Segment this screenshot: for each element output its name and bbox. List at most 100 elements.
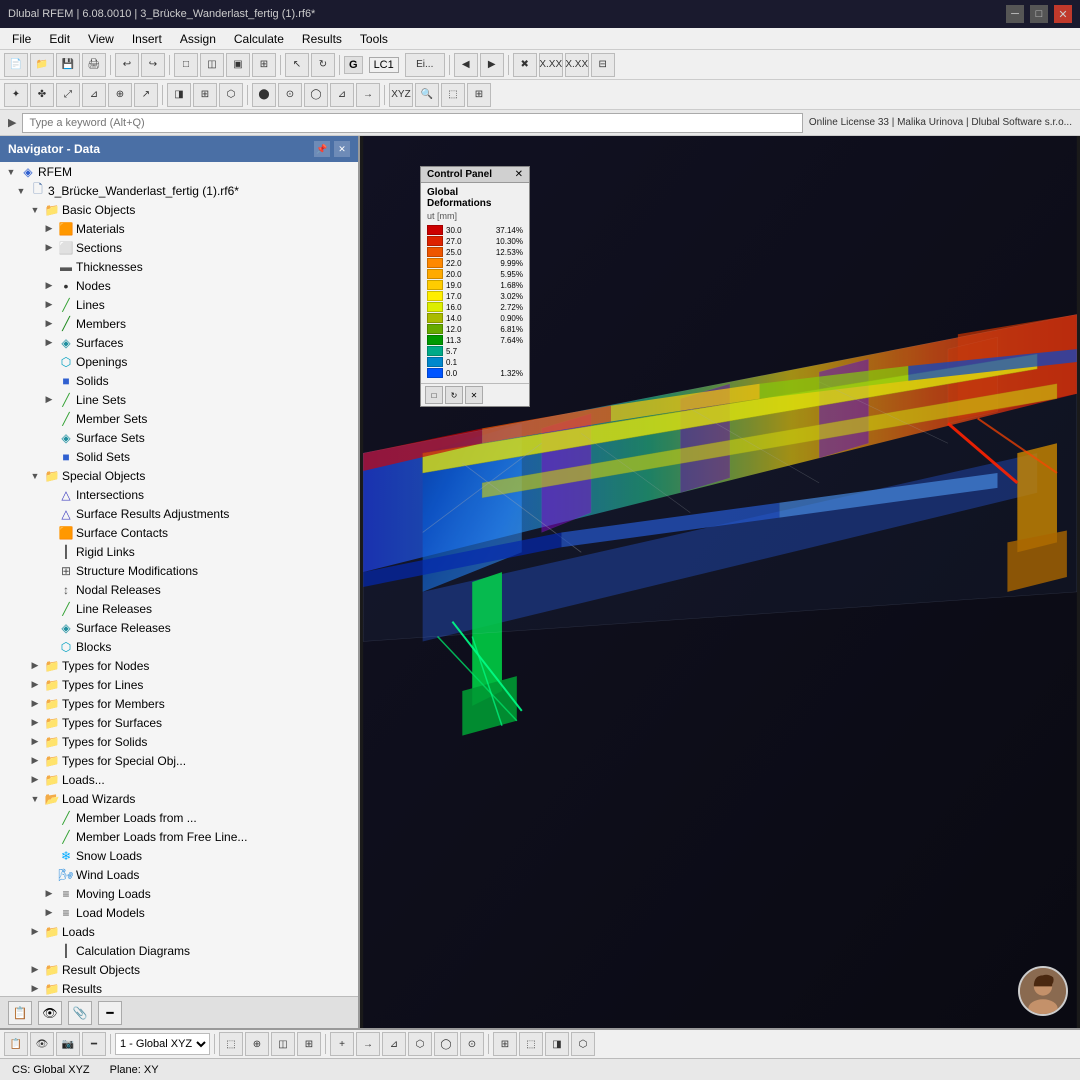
- tb-filter[interactable]: ⊟: [591, 53, 615, 77]
- tb2-arrow[interactable]: →: [356, 83, 380, 107]
- undo-btn[interactable]: ↩: [115, 53, 139, 77]
- tree-openings[interactable]: ▶ ⬡ Openings: [0, 352, 358, 371]
- bt-pin[interactable]: ━: [82, 1032, 106, 1056]
- tb2-b1[interactable]: ✦: [4, 83, 28, 107]
- close-button[interactable]: ✕: [1054, 5, 1072, 23]
- select-btn[interactable]: ↖: [285, 53, 309, 77]
- tree-nodal-releases[interactable]: ▶ ↕ Nodal Releases: [0, 580, 358, 599]
- menu-file[interactable]: File: [4, 30, 39, 48]
- tree-nodes[interactable]: ▶ • Nodes: [0, 276, 358, 295]
- loads-group-toggle[interactable]: ▶: [28, 773, 42, 787]
- tb2-l1[interactable]: ⬤: [252, 83, 276, 107]
- tree-calc-diagrams[interactable]: ▶ ┃ Calculation Diagrams: [0, 941, 358, 960]
- cp-tb-b2[interactable]: ↻: [445, 386, 463, 404]
- sections-toggle[interactable]: ▶: [42, 241, 56, 255]
- tb2-b3[interactable]: ⤢: [56, 83, 80, 107]
- tb2-l3[interactable]: ◯: [304, 83, 328, 107]
- tree-lines[interactable]: ▶ ╱ Lines: [0, 295, 358, 314]
- bt-z2[interactable]: ⬚: [519, 1032, 543, 1056]
- tb2-grid[interactable]: ⊞: [467, 83, 491, 107]
- bt-b3[interactable]: ◫: [271, 1032, 295, 1056]
- control-panel-header[interactable]: Control Panel ✕: [421, 167, 529, 183]
- tree-intersections[interactable]: ▶ △ Intersections: [0, 485, 358, 504]
- tb-num1[interactable]: X.XX: [539, 53, 563, 77]
- tree-surf-results-adj[interactable]: ▶ △ Surface Results Adjustments: [0, 504, 358, 523]
- moving-loads-toggle[interactable]: ▶: [42, 887, 56, 901]
- search-input[interactable]: [22, 113, 802, 133]
- menu-insert[interactable]: Insert: [124, 30, 170, 48]
- tb2-b4[interactable]: ⊿: [82, 83, 106, 107]
- tree-line-releases[interactable]: ▶ ╱ Line Releases: [0, 599, 358, 618]
- redo-btn[interactable]: ↪: [141, 53, 165, 77]
- nav-view-btn[interactable]: 👁: [38, 1001, 62, 1025]
- materials-toggle[interactable]: ▶: [42, 222, 56, 236]
- menu-assign[interactable]: Assign: [172, 30, 224, 48]
- tree-special-objects[interactable]: ▼ 📁 Special Objects: [0, 466, 358, 485]
- bt-camera[interactable]: 📷: [56, 1032, 80, 1056]
- tb-arrow-prev[interactable]: ◀: [454, 53, 478, 77]
- tree-load-models[interactable]: ▶ ≡ Load Models: [0, 903, 358, 922]
- tb-num2[interactable]: X.XX: [565, 53, 589, 77]
- lines-toggle[interactable]: ▶: [42, 298, 56, 312]
- tree-rfem[interactable]: ▼ ◈ RFEM: [0, 162, 358, 181]
- tree-basic-objects[interactable]: ▼ 📁 Basic Objects: [0, 200, 358, 219]
- bt-n5[interactable]: ◯: [434, 1032, 458, 1056]
- viewport[interactable]: Control Panel ✕ Global Deformations ut […: [360, 136, 1080, 1028]
- bt-b1[interactable]: ⬚: [219, 1032, 243, 1056]
- cp-tb-b1[interactable]: □: [425, 386, 443, 404]
- tb2-b2[interactable]: ✤: [30, 83, 54, 107]
- result-objects-toggle[interactable]: ▶: [28, 963, 42, 977]
- nav-pin2-btn[interactable]: ━: [98, 1001, 122, 1025]
- minimize-button[interactable]: ─: [1006, 5, 1024, 23]
- calc-run[interactable]: ✖: [513, 53, 537, 77]
- line-sets-toggle[interactable]: ▶: [42, 393, 56, 407]
- surfaces-toggle[interactable]: ▶: [42, 336, 56, 350]
- tree-loads[interactable]: ▶ 📁 Loads: [0, 922, 358, 941]
- tree-blocks[interactable]: ▶ ⬡ Blocks: [0, 637, 358, 656]
- tree-surface-contacts[interactable]: ▶ 🟧 Surface Contacts: [0, 523, 358, 542]
- types-solids-toggle[interactable]: ▶: [28, 735, 42, 749]
- tree-types-members[interactable]: ▶ 📁 Types for Members: [0, 694, 358, 713]
- tb2-l2[interactable]: ⊙: [278, 83, 302, 107]
- tb2-mesh[interactable]: ⊞: [193, 83, 217, 107]
- tb2-l4[interactable]: ⊿: [330, 83, 354, 107]
- bt-z1[interactable]: ⊞: [493, 1032, 517, 1056]
- new-btn[interactable]: 📄: [4, 53, 28, 77]
- tb2-b6[interactable]: ↗: [134, 83, 158, 107]
- menu-calculate[interactable]: Calculate: [226, 30, 292, 48]
- tree-thicknesses[interactable]: ▶ ▬ Thicknesses: [0, 257, 358, 276]
- members-toggle[interactable]: ▶: [42, 317, 56, 331]
- tree-surface-sets[interactable]: ▶ ◈ Surface Sets: [0, 428, 358, 447]
- tree-solids[interactable]: ▶ ■ Solids: [0, 371, 358, 390]
- nav-project-btn[interactable]: 📎: [68, 1001, 92, 1025]
- tree-member-loads-from[interactable]: ▶ ╱ Member Loads from ...: [0, 808, 358, 827]
- bt-n3[interactable]: ⊿: [382, 1032, 406, 1056]
- tree-loads-group[interactable]: ▶ 📁 Loads...: [0, 770, 358, 789]
- basic-objects-toggle[interactable]: ▼: [28, 203, 42, 217]
- bt-b4[interactable]: ⊞: [297, 1032, 321, 1056]
- tree-line-sets[interactable]: ▶ ╱ Line Sets: [0, 390, 358, 409]
- tree-moving-loads[interactable]: ▶ ≡ Moving Loads: [0, 884, 358, 903]
- tree-load-wizards[interactable]: ▼ 📂 Load Wizards: [0, 789, 358, 808]
- tb-arrow-next[interactable]: ▶: [480, 53, 504, 77]
- tree-wind-loads[interactable]: ▶ 🌬 Wind Loads: [0, 865, 358, 884]
- load-wizards-toggle[interactable]: ▼: [28, 792, 42, 806]
- tree-result-objects[interactable]: ▶ 📁 Result Objects: [0, 960, 358, 979]
- print-btn[interactable]: 🖨: [82, 53, 106, 77]
- types-surfaces-toggle[interactable]: ▶: [28, 716, 42, 730]
- tree-surfaces[interactable]: ▶ ◈ Surfaces: [0, 333, 358, 352]
- save-btn[interactable]: 💾: [56, 53, 80, 77]
- rotate-btn[interactable]: ↻: [311, 53, 335, 77]
- tb2-xyz[interactable]: XYZ: [389, 83, 413, 107]
- bt-z3[interactable]: ◨: [545, 1032, 569, 1056]
- maximize-button[interactable]: □: [1030, 5, 1048, 23]
- menu-tools[interactable]: Tools: [352, 30, 396, 48]
- bt-n2[interactable]: →: [356, 1032, 380, 1056]
- menu-view[interactable]: View: [80, 30, 122, 48]
- nav-close-btn[interactable]: ✕: [334, 141, 350, 157]
- control-panel-close[interactable]: ✕: [515, 169, 523, 180]
- tree-members[interactable]: ▶ ╱ Members: [0, 314, 358, 333]
- view-btn2[interactable]: ◫: [200, 53, 224, 77]
- tree-member-loads-free[interactable]: ▶ ╱ Member Loads from Free Line...: [0, 827, 358, 846]
- tree-rigid-links[interactable]: ▶ ┃ Rigid Links: [0, 542, 358, 561]
